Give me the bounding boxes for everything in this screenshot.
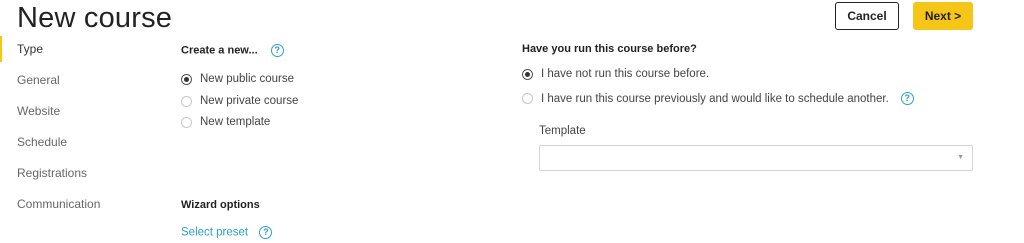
- page-title: New course: [17, 2, 173, 34]
- help-icon[interactable]: ?: [270, 44, 284, 57]
- sidebar-item-website[interactable]: Website: [0, 96, 150, 127]
- help-icon[interactable]: ?: [900, 92, 914, 105]
- cancel-button[interactable]: Cancel: [835, 2, 899, 30]
- radio-new-private-course[interactable]: New private course: [181, 95, 298, 107]
- history-heading: Have you run this course before?: [522, 43, 697, 55]
- wizard-heading: Wizard options: [181, 199, 260, 211]
- radio-label: New public course: [200, 73, 294, 85]
- radio-label: I have run this course previously and wo…: [541, 92, 889, 105]
- radio-label: I have not run this course before.: [541, 68, 710, 80]
- template-select[interactable]: ▼: [539, 145, 973, 171]
- wizard-sidebar: Type General Website Schedule Registrati…: [0, 34, 150, 220]
- radio-button[interactable]: [181, 95, 192, 107]
- create-heading-text: Create a new...: [181, 44, 258, 57]
- create-heading: Create a new... ?: [181, 44, 284, 57]
- radio-new-public-course[interactable]: New public course: [181, 73, 294, 85]
- caret-down-icon: ▼: [957, 154, 964, 161]
- sidebar-item-type[interactable]: Type: [0, 34, 150, 65]
- radio-button[interactable]: [181, 73, 192, 85]
- help-icon[interactable]: ?: [259, 226, 273, 239]
- radio-new-template[interactable]: New template: [181, 116, 270, 128]
- radio-button[interactable]: [522, 93, 533, 104]
- next-button[interactable]: Next >: [913, 2, 973, 30]
- radio-button[interactable]: [181, 116, 192, 128]
- sidebar-item-communication[interactable]: Communication: [0, 189, 150, 220]
- template-label: Template: [539, 125, 586, 137]
- radio-label: New template: [200, 116, 271, 128]
- radio-label: New private course: [200, 95, 299, 107]
- sidebar-item-general[interactable]: General: [0, 65, 150, 96]
- select-preset-link[interactable]: Select preset: [181, 227, 248, 239]
- select-preset[interactable]: Select preset ?: [181, 226, 273, 239]
- sidebar-item-schedule[interactable]: Schedule: [0, 127, 150, 158]
- sidebar-item-registrations[interactable]: Registrations: [0, 158, 150, 189]
- radio-button[interactable]: [522, 68, 533, 80]
- radio-not-run-before[interactable]: I have not run this course before.: [522, 68, 709, 80]
- radio-run-previously[interactable]: I have run this course previously and wo…: [522, 92, 914, 105]
